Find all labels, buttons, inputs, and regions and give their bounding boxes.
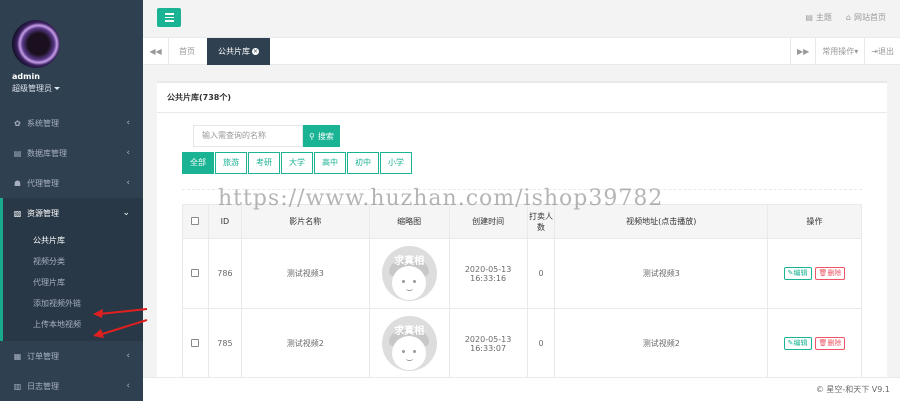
tab-public-library[interactable]: 公共片库 × [207,38,270,65]
gear-icon: ✿ [14,118,21,128]
tab-right-controls: ▶▶ 常用操作 ▾ ⇥ 退出 [789,38,900,65]
user-name: admin [12,72,40,81]
search-icon: ⚲ [309,131,315,141]
header-name: 影片名称 [240,204,370,239]
header-actions: 操作 [767,204,862,239]
header-count: 打卖人数 [526,204,556,239]
database-icon: ▤ [13,148,22,158]
chevron-left-icon: ‹ [126,178,130,188]
chevron-left-icon: ‹ [126,118,130,128]
file-icon: ▧ [13,208,22,218]
video-thumbnail[interactable]: 求真相 [381,316,437,371]
user-role-dropdown[interactable]: 超级管理员 [12,83,143,94]
avatar[interactable] [12,20,60,68]
select-all-checkbox[interactable] [191,216,200,225]
top-navbar: ▤ 主题 ⌂ 网站首页 [143,0,900,38]
chevron-left-icon: ‹ [126,381,130,391]
menu-toggle-button[interactable] [157,8,181,27]
row-checkbox[interactable] [191,338,200,347]
video-table: ID 影片名称 缩略图 创建时间 打卖人数 视频地址(点击播放) 操作 786 … [182,204,862,377]
filter-highschool[interactable]: 高中 [314,152,346,174]
user-profile: admin 超级管理员 [0,0,143,108]
home-icon: ⌂ [845,13,851,22]
submenu-public-library[interactable]: 公共片库 [3,230,143,251]
delete-button[interactable]: 🗑删除 [814,267,846,280]
cell-id: 786 [207,238,242,309]
sidebar-item-agent[interactable]: ☗ 代理管理 ‹ [0,168,143,198]
sidebar-item-system[interactable]: ✿ 系统管理 ‹ [0,108,143,138]
filter-all[interactable]: 全部 [182,152,214,174]
cell-created: 2020-05-13 16:33:16 [448,238,528,309]
category-filters: 全部 旅游 考研 大学 高中 初中 小学 [182,152,413,174]
sidebar-nav: ✿ 系统管理 ‹ ▤ 数据库管理 ‹ ☗ 代理管理 ‹ ▧ 资源管理 ⌄ 公共片… [0,108,143,401]
sidebar-item-resources[interactable]: ▧ 资源管理 ⌄ [0,198,143,228]
theme-icon: ▤ [805,13,813,22]
header-id: ID [207,204,242,239]
library-panel: 公共片库(738个) 输入需查询的名称 ⚲ 搜索 全部 旅游 考研 大学 高中 初… [157,81,887,377]
edit-button[interactable]: ✎编辑 [783,267,812,280]
search-bar: 输入需查询的名称 ⚲ 搜索 [193,125,340,147]
sidebar-item-database[interactable]: ▤ 数据库管理 ‹ [0,138,143,168]
divider [182,189,862,190]
cell-url[interactable]: 测试视频3 [554,238,769,309]
log-icon: ▥ [13,381,22,391]
sidebar: admin 超级管理员 ✿ 系统管理 ‹ ▤ 数据库管理 ‹ ☗ 代理管理 ‹ … [0,0,143,401]
cell-count: 0 [526,308,556,377]
submenu-upload-local-video[interactable]: 上传本地视频 [3,314,143,335]
table-row: 786 测试视频3 求真相 2020-05-13 16:33:16 0 测试视频3… [182,238,862,309]
users-icon: ☗ [13,178,22,188]
footer: © 星空-和天下 V9.1 [143,377,900,401]
tabs-bar: ◀◀ 首页 公共片库 × ▶▶ 常用操作 ▾ ⇥ 退出 [143,38,900,65]
cell-name: 测试视频2 [240,308,370,377]
chevron-down-icon: ⌄ [122,208,130,218]
site-home-link[interactable]: ⌂ 网站首页 [846,12,886,23]
panel-title: 公共片库(738个) [157,83,887,113]
sidebar-item-logs[interactable]: ▥ 日志管理 ‹ [0,371,143,401]
top-links: ▤ 主题 ⌂ 网站首页 [805,12,886,23]
header-thumbnail: 缩略图 [368,204,450,239]
filter-primary[interactable]: 小学 [380,152,412,174]
search-input[interactable]: 输入需查询的名称 [193,125,303,147]
filter-university[interactable]: 大学 [281,152,313,174]
table-header-row: ID 影片名称 缩略图 创建时间 打卖人数 视频地址(点击播放) 操作 [182,204,862,239]
edit-button[interactable]: ✎编辑 [783,337,812,350]
tab-scroll-left-button[interactable]: ◀◀ [143,38,169,65]
cell-count: 0 [526,238,556,309]
logout-button[interactable]: ⇥ 退出 [864,38,900,65]
submenu-agent-library[interactable]: 代理片库 [3,272,143,293]
cell-created: 2020-05-13 16:33:07 [448,308,528,377]
resources-submenu: 公共片库 视频分类 代理片库 添加视频外链 上传本地视频 [0,228,143,341]
cell-name: 测试视频3 [240,238,370,309]
theme-link[interactable]: ▤ 主题 [805,12,832,23]
caret-down-icon [54,87,60,90]
row-checkbox[interactable] [191,268,200,277]
list-icon: ▦ [13,351,22,361]
delete-button[interactable]: 🗑删除 [814,337,846,350]
submenu-add-external-video[interactable]: 添加视频外链 [3,293,143,314]
common-operations-dropdown[interactable]: 常用操作 ▾ [815,38,864,65]
filter-middleschool[interactable]: 初中 [347,152,379,174]
logout-icon: ⇥ [871,47,878,56]
sidebar-item-orders[interactable]: ▦ 订单管理 ‹ [0,341,143,371]
header-created: 创建时间 [448,204,528,239]
select-all-checkbox-cell[interactable] [182,204,209,239]
cell-url[interactable]: 测试视频2 [554,308,769,377]
submenu-video-category[interactable]: 视频分类 [3,251,143,272]
video-thumbnail[interactable]: 求真相 [381,246,437,301]
tab-scroll-right-button[interactable]: ▶▶ [789,38,815,65]
chevron-left-icon: ‹ [126,351,130,361]
search-button[interactable]: ⚲ 搜索 [303,125,340,147]
filter-travel[interactable]: 旅游 [215,152,247,174]
main-content: 公共片库(738个) 输入需查询的名称 ⚲ 搜索 全部 旅游 考研 大学 高中 初… [143,65,900,377]
tab-home[interactable]: 首页 [169,38,205,65]
close-icon[interactable]: × [252,48,259,55]
table-row: 785 测试视频2 求真相 2020-05-13 16:33:07 0 测试视频2… [182,308,862,377]
cell-id: 785 [207,308,242,377]
header-url: 视频地址(点击播放) [554,204,769,239]
chevron-left-icon: ‹ [126,148,130,158]
filter-postgrad[interactable]: 考研 [248,152,280,174]
